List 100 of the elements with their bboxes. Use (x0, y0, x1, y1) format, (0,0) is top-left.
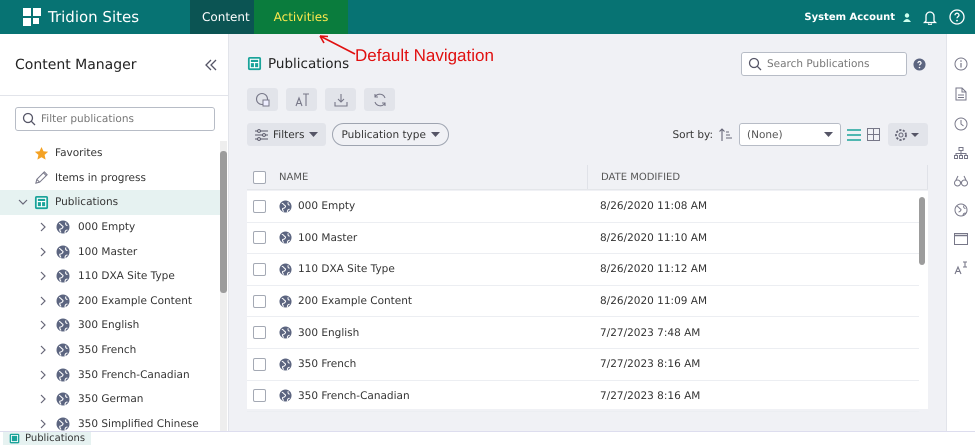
grid-view-icon[interactable] (867, 128, 880, 141)
chevron-icon[interactable] (18, 197, 28, 208)
table-row[interactable]: 200 Example Content 8/26/2020 11:09 AM (247, 286, 919, 318)
tree-item[interactable]: 100 Master (0, 239, 220, 264)
tree-item[interactable]: Publications (0, 190, 220, 215)
star-icon (34, 146, 49, 161)
chevron-icon[interactable] (38, 370, 48, 380)
column-header[interactable]: DATE MODIFIED (588, 165, 928, 189)
caret-icon (309, 132, 318, 137)
table-row[interactable]: 000 Empty 8/26/2020 11:08 AM (247, 191, 919, 223)
search-icon (22, 112, 36, 126)
search-field[interactable]: Search Publications (741, 52, 907, 76)
table-cell-text: 7/27/2023 8:16 AM (599, 390, 702, 402)
row-checkbox[interactable] (253, 262, 266, 276)
tree-item[interactable]: 350 French-Canadian (0, 362, 220, 387)
tree-label: 350 German (78, 393, 144, 406)
nav-tab[interactable]: Content (190, 0, 254, 34)
user-icon[interactable] (903, 12, 911, 22)
table-cell-text: 8/26/2020 11:10 AM (599, 232, 708, 244)
globe-grid-button[interactable] (247, 88, 278, 111)
chevron-icon[interactable] (38, 320, 48, 330)
chevron-icon[interactable] (38, 246, 48, 257)
chevron-icon[interactable] (38, 222, 48, 232)
table-cell-text: 7/27/2023 7:48 AM (599, 326, 702, 339)
sort-icon[interactable] (719, 128, 733, 142)
chevron-icon[interactable] (38, 271, 48, 282)
globe-icon (279, 294, 292, 308)
tree-item[interactable]: 110 DXA Site Type (0, 264, 220, 289)
row-checkbox[interactable] (253, 294, 266, 308)
clock-icon[interactable] (954, 117, 968, 131)
sliders-icon (255, 128, 268, 140)
list-view-icon[interactable] (847, 128, 861, 140)
settings-button[interactable] (888, 123, 928, 146)
tree-item[interactable]: 350 German (0, 386, 220, 412)
table-row[interactable]: 100 Master 8/26/2020 11:10 AM (247, 222, 919, 254)
refresh-button[interactable] (364, 88, 395, 111)
page-title: Publications (268, 56, 350, 72)
chevron-icon[interactable] (38, 394, 48, 404)
table-cell: 350 French (298, 358, 356, 370)
bell-icon[interactable] (923, 10, 937, 24)
tree-item[interactable]: 200 Example Content (0, 288, 220, 314)
collapse-icon[interactable] (204, 58, 218, 70)
tree-item[interactable]: 350 Simplified Chinese (0, 412, 220, 431)
table-row[interactable]: 110 DXA Site Type 8/26/2020 11:12 AM (247, 254, 919, 286)
info-icon[interactable] (954, 57, 968, 71)
table-cell-text: 8/26/2020 11:12 AM (599, 263, 708, 276)
help-icon[interactable] (913, 58, 926, 70)
tree-item[interactable]: 300 English (0, 313, 220, 338)
table-row[interactable]: 350 French 7/27/2023 8:16 AM (247, 348, 919, 381)
sort-dropdown[interactable]: (None) (739, 123, 841, 146)
globe-icon[interactable] (954, 203, 968, 217)
tree-label: 350 Simplified Chinese (78, 418, 199, 430)
row-checkbox[interactable] (253, 231, 266, 244)
annotation-arrow (317, 34, 357, 56)
account-name[interactable]: System Account (804, 12, 895, 22)
column-header[interactable]: NAME (279, 165, 588, 189)
binoculars-icon[interactable] (954, 175, 968, 187)
search-icon (748, 57, 762, 71)
tree-label: 350 French (78, 344, 136, 356)
publications-icon (247, 56, 262, 71)
tree-label: 100 Master (78, 246, 138, 258)
globe-icon (279, 200, 292, 213)
translate-button[interactable] (286, 88, 317, 111)
table-row[interactable]: 350 French-Canadian 7/27/2023 8:16 AM (247, 380, 919, 412)
globe-icon (56, 220, 70, 234)
document-icon[interactable] (955, 87, 967, 101)
globe-icon (279, 389, 292, 402)
nav-tab[interactable]: Activities (254, 0, 348, 34)
tree-item[interactable]: 000 Empty (0, 214, 220, 240)
download-button[interactable] (325, 88, 356, 111)
table-row[interactable]: 300 English 7/27/2023 7:48 AM (247, 317, 919, 349)
globe-icon (279, 326, 292, 340)
table-cell: 110 DXA Site Type (298, 263, 395, 276)
window-icon[interactable] (954, 233, 968, 245)
filter-field[interactable]: Filter publications (15, 107, 215, 131)
chevron-icon[interactable] (38, 345, 48, 356)
text-style-icon[interactable] (954, 261, 968, 275)
row-checkbox[interactable] (253, 326, 266, 340)
help-icon[interactable] (949, 9, 965, 25)
row-checkbox[interactable] (253, 200, 266, 213)
settings-icon (894, 128, 920, 142)
bottom-tab[interactable]: Publications (3, 432, 92, 445)
scrollbar[interactable] (220, 141, 227, 431)
download-icon (332, 92, 348, 108)
select-all-checkbox[interactable] (253, 170, 266, 184)
logo-icon (22, 7, 42, 27)
tree-label: 200 Example Content (78, 294, 192, 307)
chevron-icon[interactable] (38, 418, 48, 429)
tree-item[interactable]: Items in progress (0, 166, 220, 190)
globe-icon (56, 244, 70, 259)
tree-item[interactable]: Favorites (0, 141, 220, 166)
tree-item[interactable]: 350 French (0, 338, 220, 362)
tree-label: 000 Empty (78, 221, 136, 234)
hierarchy-icon[interactable] (954, 147, 968, 159)
table-cell: 100 Master (298, 232, 358, 244)
chevron-icon[interactable] (38, 296, 48, 306)
filter-button[interactable]: Filters (247, 123, 326, 146)
row-checkbox[interactable] (253, 389, 266, 402)
row-checkbox[interactable] (253, 358, 266, 371)
filter-button[interactable]: Publication type (332, 123, 449, 146)
